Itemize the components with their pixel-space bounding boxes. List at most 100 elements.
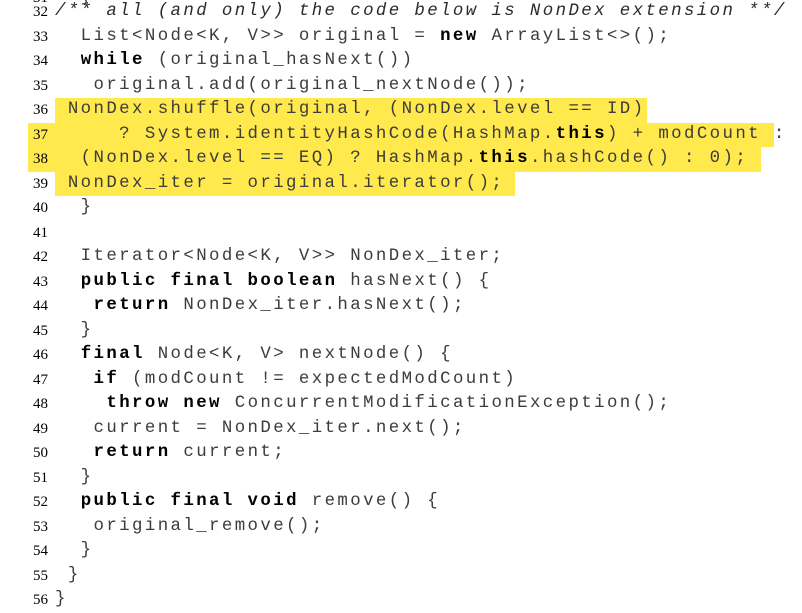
line-number: 47 [33, 371, 48, 388]
keyword-token: this [478, 149, 530, 168]
line-number: 54 [33, 543, 48, 559]
keyword-token: new [440, 26, 479, 46]
code-line: 56} [0, 588, 802, 613]
code-line: 37 ? System.identityHashCode(HashMap.thi… [0, 122, 802, 148]
code-token: (modCount != expectedModCount) [119, 369, 518, 389]
code-token: remove() { [298, 492, 441, 511]
code-lines: 32 /** all (and only) the code below is N… [0, 0, 802, 613]
line-number: 51 [33, 469, 48, 486]
code-line: 36 NonDex.shuffle(original, (NonDex.leve… [0, 98, 802, 123]
line-code: original.add(original_nextNode()); [55, 74, 530, 99]
code-token: } [55, 590, 68, 609]
line-code: throw new ConcurrentModificationExceptio… [55, 392, 671, 417]
code-line: 55 } [0, 564, 802, 589]
code-line: 54 } [0, 539, 802, 564]
code-line: 34 while (original_hasNext()) [0, 49, 802, 74]
code-line: 45 } [0, 319, 802, 344]
code-token: hasNext() { [337, 271, 492, 291]
line-number: 53 [33, 518, 48, 535]
line-code: Iterator<Node<K, V>> NonDex_iter; [55, 245, 504, 270]
code-token: current; [170, 443, 287, 462]
line-code: public final void remove() { [55, 490, 440, 515]
code-line: 41 [0, 221, 802, 246]
line-number: 44 [33, 298, 48, 314]
code-token: } [55, 467, 94, 487]
line-number: 33 [33, 28, 48, 45]
code-line: 53 original_remove(); [0, 515, 802, 540]
line-code: } [55, 466, 94, 491]
code-line: 33 List<Node<K, V>> original = new Array… [0, 25, 802, 50]
keyword-token: throw new [106, 394, 222, 413]
line-code: while (original_hasNext()) [55, 49, 414, 74]
code-token: } [55, 320, 94, 340]
line-code: final Node<K, V> nextNode() { [55, 343, 453, 368]
line-code: original_remove(); [55, 515, 325, 540]
code-line: 39 NonDex_iter = original.iterator(); [0, 171, 802, 197]
code-token: NonDex.shuffle(original, (NonDex.level =… [55, 100, 646, 119]
line-code: /** all (and only) the code below is Non… [55, 0, 787, 25]
code-line: 48 throw new ConcurrentModificationExcep… [0, 392, 802, 417]
line-number: 36 [33, 102, 48, 118]
line-number: 37 [33, 126, 48, 143]
code-token: .hashCode() : 0); [529, 149, 749, 168]
code-line: 50 return current; [0, 441, 802, 466]
line-code: } [55, 196, 94, 221]
keyword-token: this [555, 124, 607, 144]
line-code: (NonDex.level == EQ) ? HashMap.this.hash… [55, 147, 748, 172]
line-number: 43 [33, 273, 48, 290]
line-number: 32 [33, 4, 48, 20]
code-token: } [55, 565, 81, 585]
line-code: } [55, 588, 68, 613]
code-line: 32 /** all (and only) the code below is N… [0, 0, 802, 25]
code-listing: 31 } 32/** all (and only) the code below… [0, 0, 802, 609]
line-code: current = NonDex_iter.next(); [55, 417, 466, 442]
code-token: (NonDex.level == EQ) ? HashMap. [55, 149, 479, 168]
line-number: 48 [33, 396, 48, 412]
keyword-token: public final void [80, 492, 299, 511]
code-line: 51 } [0, 466, 802, 491]
line-number: 35 [33, 77, 48, 94]
line-code: } [55, 539, 94, 564]
line-number: 39 [33, 175, 48, 192]
code-token: ? System.identityHashCode(HashMap. [55, 124, 556, 144]
code-token: ArrayList<>(); [478, 26, 672, 46]
code-line: 44 return NonDex_iter.hasNext(); [0, 294, 802, 319]
code-line: 49 current = NonDex_iter.next(); [0, 417, 802, 442]
line-number: 49 [33, 420, 48, 437]
line-code: NonDex.shuffle(original, (NonDex.level =… [55, 98, 645, 123]
line-number: 46 [33, 347, 48, 363]
code-token: Node<K, V> nextNode() { [144, 345, 453, 364]
line-number: 34 [33, 53, 48, 69]
code-line: 35 original.add(original_nextNode()); [0, 74, 802, 99]
code-token: /** all (and only) the code below is Non… [55, 2, 787, 21]
line-number: 56 [33, 592, 48, 608]
line-number: 40 [33, 200, 48, 216]
code-line: 47 if (modCount != expectedModCount) [0, 368, 802, 393]
line-number: 38 [33, 151, 48, 167]
keyword-token: return [93, 443, 171, 462]
line-number: 42 [33, 249, 48, 265]
code-token: } [55, 541, 94, 560]
code-line: 38 (NonDex.level == EQ) ? HashMap.this.h… [0, 147, 802, 172]
line-code: return NonDex_iter.hasNext(); [55, 294, 466, 319]
code-token: original_remove(); [55, 516, 325, 536]
keyword-token: while [80, 51, 145, 70]
keyword-token: if [93, 369, 120, 389]
code-token: ) + modCount : [606, 124, 787, 144]
line-code: public final boolean hasNext() { [55, 270, 491, 295]
line-code: ? System.identityHashCode(HashMap.this) … [55, 123, 787, 148]
code-token: NonDex_iter.hasNext(); [170, 296, 466, 315]
line-code: return current; [55, 441, 286, 466]
code-token: original.add(original_nextNode()); [55, 75, 530, 95]
line-code: NonDex_iter = original.iterator(); [55, 172, 504, 197]
keyword-token: public final boolean [80, 271, 338, 291]
code-line: 43 public final boolean hasNext() { [0, 270, 802, 295]
line-code: } [55, 564, 81, 589]
code-token: (original_hasNext()) [144, 51, 415, 70]
code-token: Iterator<Node<K, V>> NonDex_iter; [55, 247, 505, 266]
